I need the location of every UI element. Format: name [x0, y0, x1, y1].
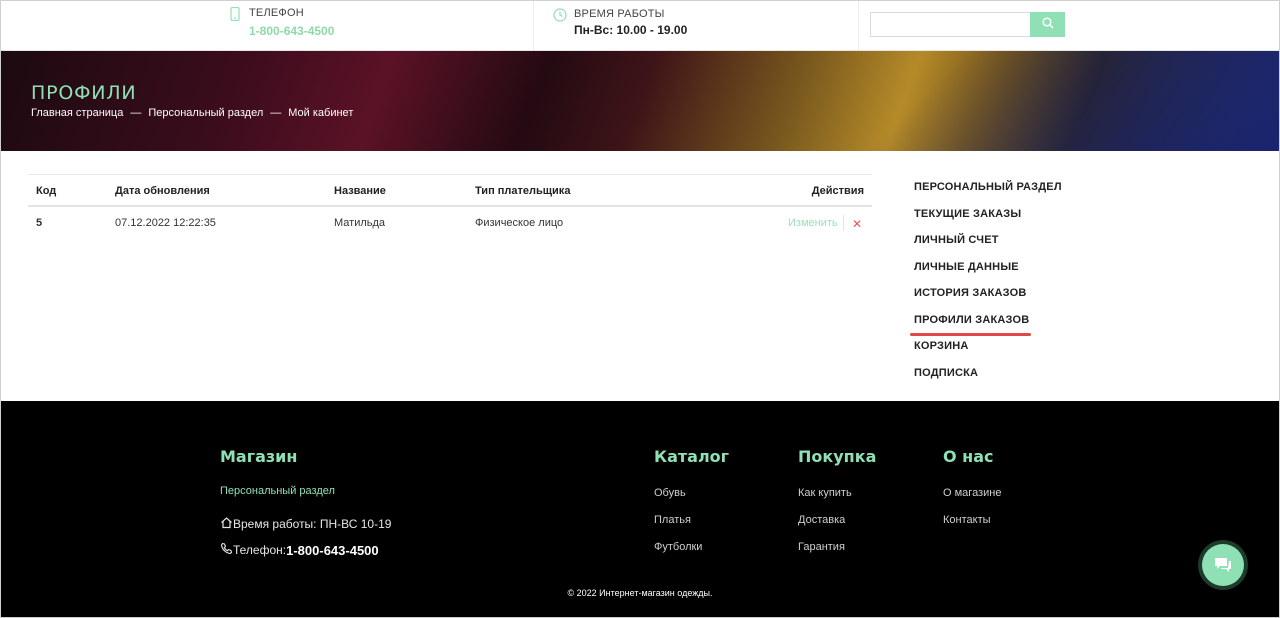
column-header-code: Код [36, 185, 57, 197]
footer-link-delivery[interactable]: Доставка [798, 514, 845, 526]
footer-link-how-to-buy[interactable]: Как купить [798, 487, 852, 499]
clock-icon [553, 8, 567, 27]
footer-phone-number[interactable]: 1-800-643-4500 [286, 543, 379, 558]
account-sidebar: ПЕРСОНАЛЬНЫЙ РАЗДЕЛ ТЕКУЩИЕ ЗАКАЗЫ ЛИЧНЫ… [914, 180, 1062, 392]
page-banner: ПРОФИЛИ Главная страница — Персональный … [0, 51, 1280, 151]
sidebar-item-cart[interactable]: КОРЗИНА [914, 339, 1062, 366]
table-header: Код Дата обновления Название Тип платель… [28, 174, 872, 207]
profiles-table: Код Дата обновления Название Тип платель… [28, 174, 872, 241]
cell-code: 5 [36, 217, 43, 229]
close-icon[interactable]: ✕ [852, 218, 862, 230]
breadcrumb-separator: — [270, 107, 282, 119]
footer-purchase-title: Покупка [798, 447, 877, 466]
hours-block: ВРЕМЯ РАБОТЫ Пн-Вс: 10.00 - 19.00 [553, 8, 687, 37]
active-item-underline [910, 333, 1031, 336]
top-header: ТЕЛЕФОН 1-800-643-4500 ВРЕМЯ РАБОТЫ Пн-В… [0, 0, 1280, 51]
edit-profile-link[interactable]: Изменить [788, 217, 838, 229]
table-row: 5 07.12.2022 12:22:35 Матильда Физическо… [28, 207, 872, 241]
site-footer: Магазин Персональный раздел Время работы… [0, 401, 1280, 618]
header-divider [858, 0, 859, 50]
breadcrumb: Главная страница — Персональный раздел —… [31, 107, 353, 119]
action-divider [843, 215, 844, 231]
footer-link-contacts[interactable]: Контакты [943, 514, 991, 526]
header-divider [533, 0, 534, 50]
copyright: © 2022 Интернет-магазин одежды. [567, 588, 713, 598]
footer-phone: Телефон: 1-800-643-4500 [220, 542, 379, 558]
footer-hours: Время работы: ПН-ВС 10-19 [220, 516, 391, 532]
column-header-updated: Дата обновления [115, 185, 210, 197]
footer-link-shoes[interactable]: Обувь [654, 487, 686, 499]
breadcrumb-separator: — [130, 107, 142, 119]
footer-link-tshirts[interactable]: Футболки [654, 541, 702, 553]
cell-updated: 07.12.2022 12:22:35 [115, 217, 216, 229]
breadcrumb-home[interactable]: Главная страница [31, 107, 123, 119]
footer-catalog-title: Каталог [654, 447, 730, 466]
footer-shop-title: Магазин [220, 447, 298, 466]
footer-about-title: О нас [943, 447, 994, 466]
hours-label: ВРЕМЯ РАБОТЫ [574, 8, 665, 20]
chat-button[interactable] [1198, 540, 1248, 590]
column-header-payer-type: Тип плательщика [475, 185, 571, 197]
footer-hours-text: Время работы: ПН-ВС 10-19 [233, 517, 392, 531]
sidebar-item-personal-account[interactable]: ЛИЧНЫЙ СЧЕТ [914, 233, 1062, 260]
phone-label: ТЕЛЕФОН [249, 7, 304, 19]
phone-icon [220, 542, 233, 558]
sidebar-item-personal-section[interactable]: ПЕРСОНАЛЬНЫЙ РАЗДЕЛ [914, 180, 1062, 207]
phone-block: ТЕЛЕФОН 1-800-643-4500 [230, 6, 334, 38]
footer-link-warranty[interactable]: Гарантия [798, 541, 845, 553]
cell-payer-type: Физическое лицо [475, 217, 564, 229]
breadcrumb-current: Мой кабинет [288, 107, 354, 119]
search-icon [1041, 17, 1054, 32]
phone-icon [230, 6, 240, 26]
column-header-actions: Действия [811, 185, 864, 197]
hours-value: Пн-Вс: 10.00 - 19.00 [574, 23, 688, 37]
breadcrumb-personal[interactable]: Персональный раздел [148, 107, 263, 119]
chat-icon [1202, 544, 1244, 586]
page-title: ПРОФИЛИ [31, 82, 137, 104]
column-header-name: Название [334, 185, 386, 197]
search-input[interactable] [870, 12, 1030, 37]
phone-number-link[interactable]: 1-800-643-4500 [249, 24, 334, 38]
footer-link-about-store[interactable]: О магазине [943, 487, 1001, 499]
sidebar-item-personal-data[interactable]: ЛИЧНЫЕ ДАННЫЕ [914, 260, 1062, 287]
sidebar-item-subscription[interactable]: ПОДПИСКА [914, 366, 1062, 393]
sidebar-item-current-orders[interactable]: ТЕКУЩИЕ ЗАКАЗЫ [914, 207, 1062, 234]
search-form [870, 12, 1065, 37]
search-button[interactable] [1030, 12, 1065, 37]
sidebar-item-order-history[interactable]: ИСТОРИЯ ЗАКАЗОВ [914, 286, 1062, 313]
footer-personal-section-link[interactable]: Персональный раздел [220, 485, 335, 497]
home-icon [220, 516, 233, 532]
footer-link-dresses[interactable]: Платья [654, 514, 691, 526]
cell-name: Матильда [334, 217, 386, 229]
footer-phone-label: Телефон: [233, 543, 287, 557]
